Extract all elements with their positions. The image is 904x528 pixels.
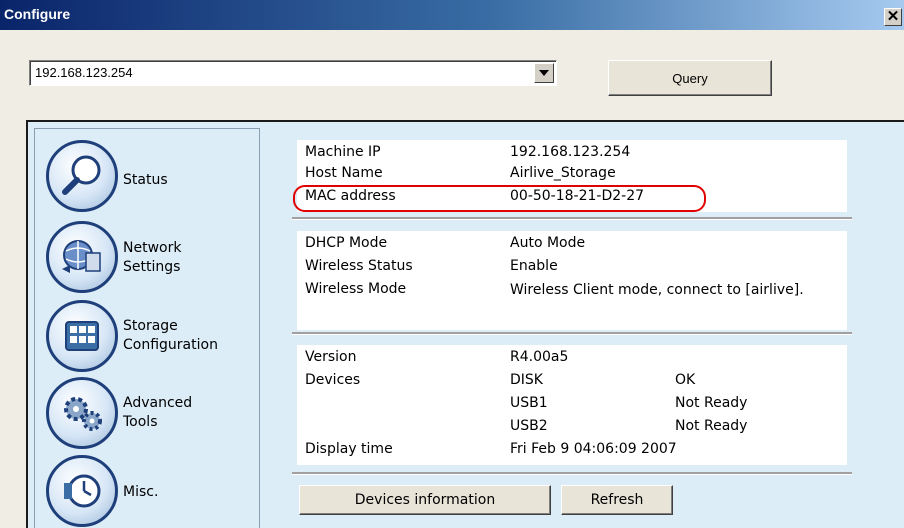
- sidebar-item-label: Advanced: [123, 395, 193, 411]
- sidebar-item-label-line2: Configuration: [123, 337, 218, 353]
- network-globe-icon: [46, 221, 118, 293]
- sidebar-item-advanced-tools[interactable]: Advanced Tools: [46, 377, 256, 449]
- refresh-button[interactable]: Refresh: [561, 485, 673, 515]
- device-status: Not Ready: [675, 418, 748, 434]
- sidebar-item-label-line2: Tools: [123, 414, 158, 430]
- sidebar-item-network-settings[interactable]: Network Settings: [46, 221, 256, 293]
- host-name-label: Host Name: [305, 165, 383, 181]
- ip-address-value: 192.168.123.254: [35, 65, 133, 80]
- sidebar-item-label: Network: [123, 240, 182, 256]
- network-info-section: DHCP Mode Auto Mode Wireless Status Enab…: [297, 231, 847, 330]
- wireless-status-label: Wireless Status: [305, 258, 413, 274]
- clock-icon: [46, 455, 118, 527]
- machine-ip-value: 192.168.123.254: [510, 144, 631, 160]
- section-divider: [292, 472, 852, 475]
- host-name-value: Airlive_Storage: [510, 165, 616, 181]
- dhcp-mode-value: Auto Mode: [510, 235, 586, 251]
- display-time-value: Fri Feb 9 04:06:09 2007: [510, 441, 677, 457]
- version-label: Version: [305, 349, 357, 365]
- section-divider: [292, 332, 852, 335]
- display-time-label: Display time: [305, 441, 393, 457]
- sidebar-item-misc[interactable]: Misc.: [46, 455, 256, 527]
- device-name: USB2: [510, 418, 548, 434]
- wireless-status-value: Enable: [510, 258, 558, 274]
- dropdown-arrow-button[interactable]: [534, 63, 554, 83]
- gears-icon: [46, 377, 118, 449]
- dhcp-mode-label: DHCP Mode: [305, 235, 388, 251]
- section-divider: [292, 217, 852, 220]
- query-button[interactable]: Query: [608, 60, 772, 96]
- sidebar-item-label-line2: Settings: [123, 259, 181, 275]
- sidebar-item-label: Storage: [123, 318, 178, 334]
- sidebar-item-label: Misc.: [123, 484, 159, 500]
- device-status: Not Ready: [675, 395, 748, 411]
- device-name: DISK: [510, 372, 543, 388]
- magnifier-icon: [46, 140, 118, 212]
- devices-label: Devices: [305, 372, 361, 388]
- wireless-mode-value: Wireless Client mode, connect to [airliv…: [510, 282, 804, 298]
- devices-information-button[interactable]: Devices information: [299, 485, 551, 515]
- close-button[interactable]: ✕: [884, 8, 902, 26]
- machine-ip-label: Machine IP: [305, 144, 381, 160]
- ip-address-combobox[interactable]: 192.168.123.254: [29, 60, 557, 86]
- sidebar-item-status[interactable]: Status: [46, 140, 256, 212]
- sidebar-item-label: Status: [123, 172, 168, 188]
- close-icon: ✕: [886, 8, 900, 25]
- wireless-mode-label: Wireless Mode: [305, 281, 407, 297]
- system-info-section: Version R4.00a5 Devices DISK OK USB1 Not…: [297, 345, 847, 465]
- mac-address-highlight: [293, 185, 706, 212]
- sidebar-item-storage-configuration[interactable]: Storage Configuration: [46, 300, 256, 372]
- title-bar: Configure ✕: [0, 0, 904, 30]
- device-name: USB1: [510, 395, 548, 411]
- chevron-down-icon: [539, 70, 549, 76]
- window-title: Configure: [4, 6, 71, 22]
- device-status: OK: [675, 372, 696, 388]
- storage-grid-icon: [46, 300, 118, 372]
- version-value: R4.00a5: [510, 349, 569, 365]
